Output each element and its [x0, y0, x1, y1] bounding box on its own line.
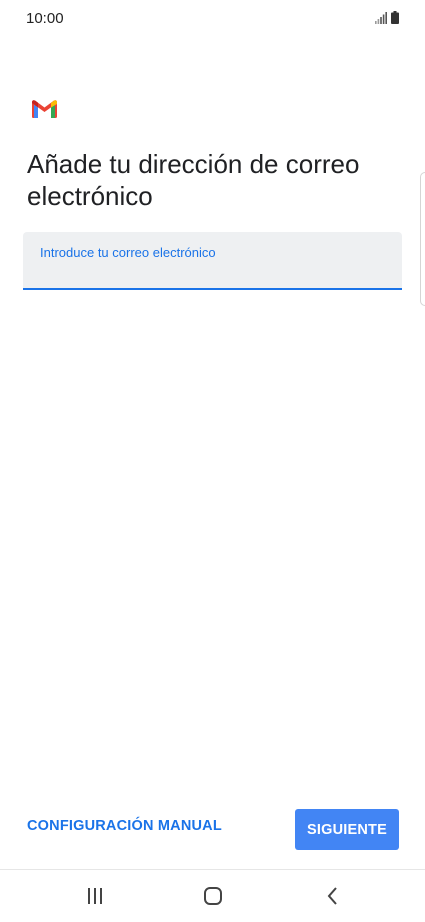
navigation-bar	[0, 869, 425, 922]
gmail-logo-icon	[32, 100, 57, 118]
status-icons	[375, 11, 399, 24]
edge-panel-handle[interactable]	[420, 172, 425, 306]
signal-icon	[375, 12, 387, 24]
recents-icon	[88, 888, 102, 904]
manual-setup-button[interactable]: CONFIGURACIÓN MANUAL	[27, 818, 222, 834]
status-time: 10:00	[26, 10, 64, 27]
status-bar: 10:00	[0, 0, 425, 38]
home-button[interactable]	[199, 884, 227, 908]
battery-icon	[391, 11, 399, 24]
back-icon	[327, 887, 337, 905]
home-icon	[204, 887, 222, 905]
screen: 10:00 Añade tu dirección de correo elect…	[0, 0, 425, 922]
email-field-label: Introduce tu correo electrónico	[40, 245, 216, 260]
recents-button[interactable]	[81, 884, 109, 908]
back-button[interactable]	[319, 884, 347, 908]
email-input[interactable]	[40, 262, 380, 282]
email-field[interactable]: Introduce tu correo electrónico	[23, 232, 402, 290]
next-button[interactable]: SIGUIENTE	[295, 809, 399, 850]
page-title: Añade tu dirección de correo electrónico	[27, 149, 360, 211]
